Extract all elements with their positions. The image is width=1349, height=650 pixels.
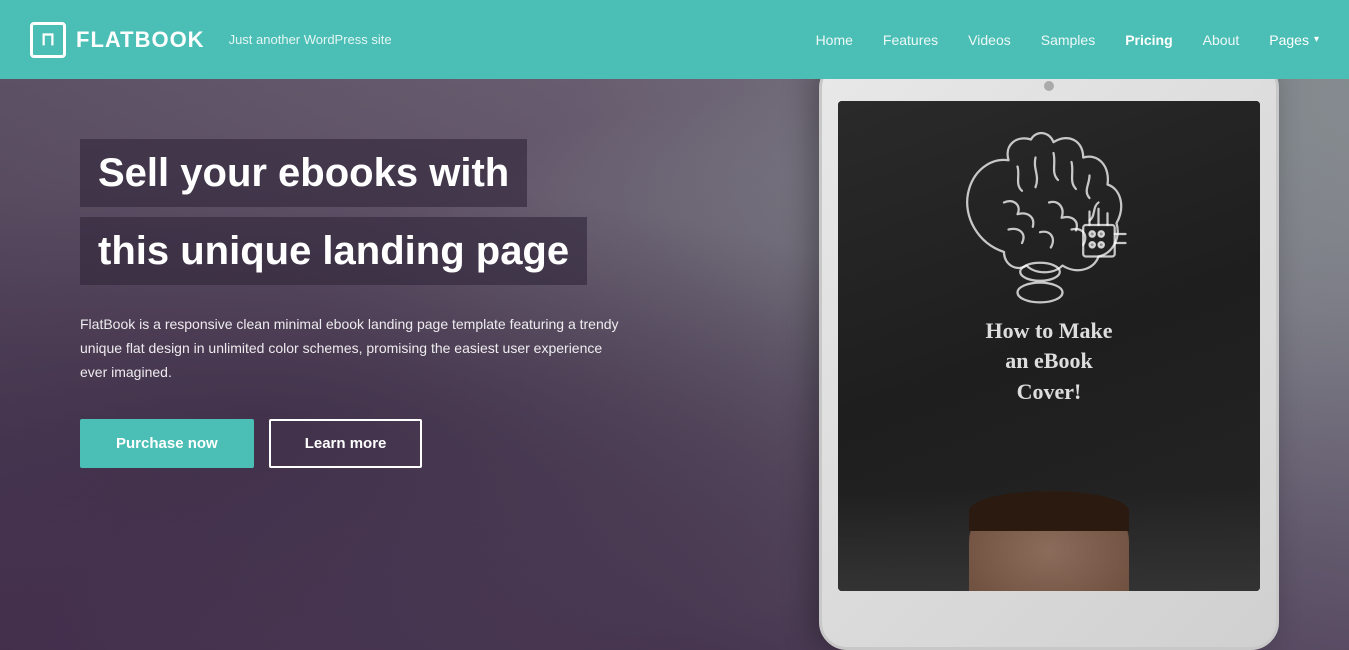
chalkboard: How to Make an eBook Cover! [838,101,1260,591]
nav-samples[interactable]: Samples [1041,32,1095,48]
hero-content: Sell your ebooks with this unique landin… [0,79,700,528]
main-nav: Home Features Videos Samples Pricing Abo… [816,32,1319,48]
site-tagline: Just another WordPress site [229,32,392,47]
person-hair [969,491,1129,531]
hero-section: Sell your ebooks with this unique landin… [0,79,1349,650]
tablet-container: How to Make an eBook Cover! [749,79,1349,650]
nav-videos[interactable]: Videos [968,32,1011,48]
logo-icon: ⊓ [30,22,66,58]
dropdown-arrow-icon: ▾ [1314,34,1319,45]
nav-pages-dropdown[interactable]: Pages ▾ [1269,32,1319,48]
hero-title-box-1: Sell your ebooks with [80,139,527,207]
tablet-device: How to Make an eBook Cover! [819,79,1279,650]
ebook-cover-title: How to Make an eBook Cover! [985,316,1112,408]
hero-title-line1: Sell your ebooks with [98,149,509,197]
logo-area: ⊓ FLATBOOK Just another WordPress site [30,22,392,58]
person-head [969,491,1129,591]
logo-text: FLATBOOK [76,27,205,53]
brain-illustration [939,126,1159,306]
hero-description: FlatBook is a responsive clean minimal e… [80,313,620,384]
nav-features[interactable]: Features [883,32,938,48]
pages-label: Pages [1269,32,1309,48]
person-bottom [838,491,1260,591]
tablet-camera [1044,81,1054,91]
hero-title-line2: this unique landing page [98,227,569,275]
hero-buttons: Purchase now Learn more [80,419,620,468]
hero-title-box-2: this unique landing page [80,217,587,285]
nav-about[interactable]: About [1203,32,1240,48]
site-header: ⊓ FLATBOOK Just another WordPress site H… [0,0,1349,79]
tablet-screen: How to Make an eBook Cover! [838,101,1260,591]
nav-home[interactable]: Home [816,32,853,48]
purchase-button[interactable]: Purchase now [80,419,254,468]
learn-more-button[interactable]: Learn more [269,419,423,468]
nav-pricing[interactable]: Pricing [1125,32,1172,48]
